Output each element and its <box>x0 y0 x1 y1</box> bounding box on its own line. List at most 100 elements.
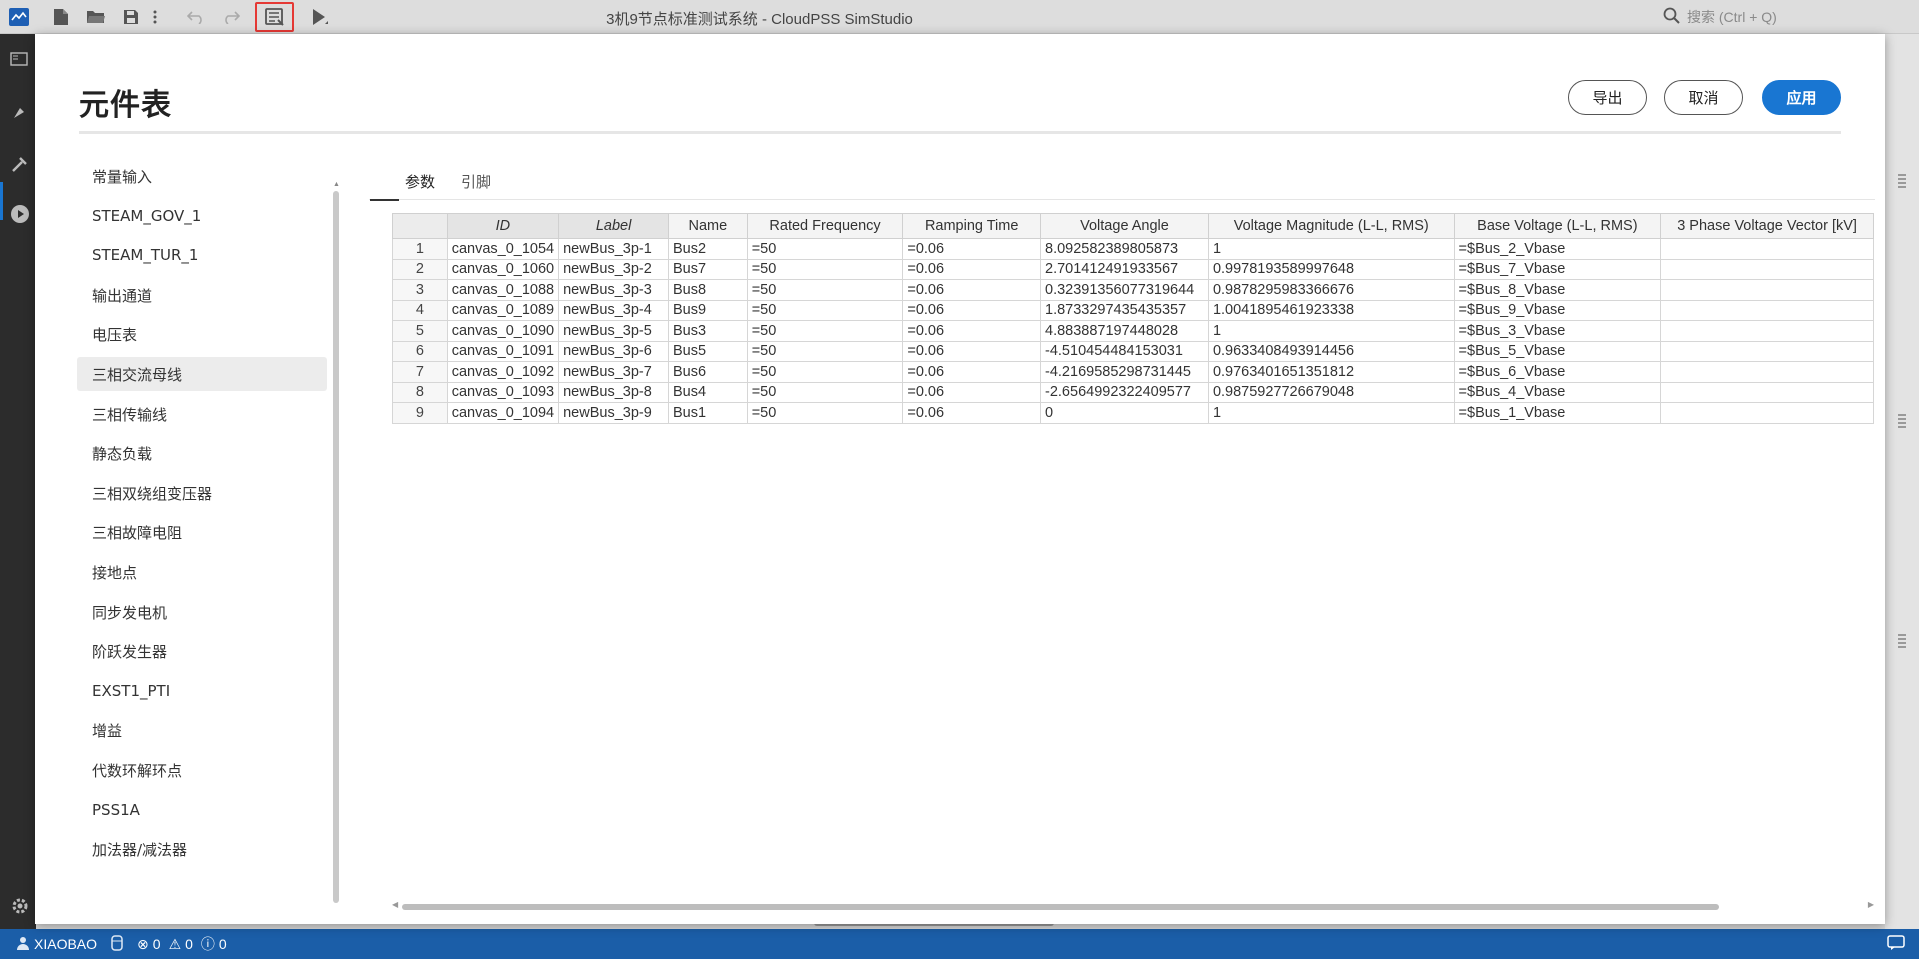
list-scrollbar[interactable] <box>333 191 339 903</box>
scroll-right-arrow-icon[interactable]: ▶ <box>1868 900 1874 909</box>
cell-base-voltage[interactable]: =$Bus_6_Vbase <box>1453 361 1662 383</box>
panel-icon[interactable] <box>10 52 30 72</box>
cell-rated-frequency[interactable]: =50 <box>746 340 904 362</box>
cell-3phase-voltage-vector[interactable] <box>1660 258 1874 280</box>
cell-voltage-angle[interactable]: -4.2169585298731445 <box>1040 361 1209 383</box>
cell-name[interactable]: Bus7 <box>668 258 748 280</box>
brush-icon[interactable] <box>10 102 30 122</box>
cell-name[interactable]: Bus1 <box>668 402 748 424</box>
component-type-item[interactable]: 同步发电机 <box>77 595 327 629</box>
column-header-3phase-voltage-vector[interactable]: 3 Phase Voltage Vector [kV] <box>1660 213 1874 239</box>
cell-label[interactable]: newBus_3p-1 <box>558 238 669 260</box>
table-row[interactable]: 5 canvas_0_1090 newBus_3p-5 Bus3 =50 =0.06 4.8… <box>392 320 1874 342</box>
cell-base-voltage[interactable]: =$Bus_9_Vbase <box>1453 299 1662 321</box>
cell-rated-frequency[interactable]: =50 <box>746 320 904 342</box>
cell-voltage-angle[interactable]: 2.701412491933567 <box>1040 258 1209 280</box>
cell-voltage-angle[interactable]: 0.32391356077319644 <box>1040 279 1209 301</box>
play-circle-icon[interactable] <box>10 204 30 224</box>
settings-gear-icon[interactable] <box>10 896 30 916</box>
cell-id[interactable]: canvas_0_1093 <box>446 381 560 403</box>
table-row[interactable]: 1 canvas_0_1054 newBus_3p-1 Bus2 =50 =0.06 8.0… <box>392 238 1874 260</box>
problems-counter[interactable]: ⊗ 0 ⚠ 0 ⓘ 0 <box>137 934 227 954</box>
table-row[interactable]: 7 canvas_0_1092 newBus_3p-7 Bus6 =50 =0.06 -4.… <box>392 361 1874 383</box>
component-type-item[interactable]: 加法器/减法器 <box>77 832 327 866</box>
cell-id[interactable]: canvas_0_1088 <box>446 279 560 301</box>
cell-voltage-magnitude[interactable]: 1 <box>1207 320 1455 342</box>
cell-base-voltage[interactable]: =$Bus_4_Vbase <box>1453 381 1662 403</box>
table-row[interactable]: 8 canvas_0_1093 newBus_3p-8 Bus4 =50 =0.06 -2.… <box>392 381 1874 403</box>
cell-label[interactable]: newBus_3p-5 <box>558 320 669 342</box>
column-header-name[interactable]: Name <box>668 213 748 239</box>
cell-3phase-voltage-vector[interactable] <box>1660 361 1874 383</box>
cell-name[interactable]: Bus6 <box>668 361 748 383</box>
cell-label[interactable]: newBus_3p-6 <box>558 340 669 362</box>
cell-id[interactable]: canvas_0_1060 <box>446 258 560 280</box>
cell-label[interactable]: newBus_3p-8 <box>558 381 669 403</box>
component-type-item[interactable]: 代数环解环点 <box>77 753 327 787</box>
cell-ramping-time[interactable]: =0.06 <box>902 361 1042 383</box>
cell-voltage-magnitude[interactable]: 0.9875927726679048 <box>1207 381 1455 403</box>
cell-rated-frequency[interactable]: =50 <box>746 258 904 280</box>
cell-label[interactable]: newBus_3p-3 <box>558 279 669 301</box>
cell-name[interactable]: Bus4 <box>668 381 748 403</box>
component-type-item[interactable]: 静态负载 <box>77 436 327 470</box>
scroll-up-arrow-icon[interactable]: ▲ <box>333 181 340 188</box>
column-header-label[interactable]: Label <box>558 213 669 239</box>
cell-ramping-time[interactable]: =0.06 <box>902 279 1042 301</box>
cell-ramping-time[interactable]: =0.06 <box>902 299 1042 321</box>
cell-base-voltage[interactable]: =$Bus_8_Vbase <box>1453 279 1662 301</box>
cell-voltage-angle[interactable]: 8.092582389805873 <box>1040 238 1209 260</box>
cell-base-voltage[interactable]: =$Bus_3_Vbase <box>1453 320 1662 342</box>
cell-label[interactable]: newBus_3p-7 <box>558 361 669 383</box>
component-type-item[interactable]: PSS1A <box>77 793 327 827</box>
cell-rated-frequency[interactable]: =50 <box>746 402 904 424</box>
cell-voltage-angle[interactable]: 0 <box>1040 402 1209 424</box>
cell-ramping-time[interactable]: =0.06 <box>902 402 1042 424</box>
table-row[interactable]: 2 canvas_0_1060 newBus_3p-2 Bus7 =50 =0.06 2.7… <box>392 258 1874 280</box>
cell-voltage-magnitude[interactable]: 1.0041895461923338 <box>1207 299 1455 321</box>
database-icon[interactable] <box>111 934 123 954</box>
cell-3phase-voltage-vector[interactable] <box>1660 279 1874 301</box>
feedback-icon[interactable] <box>1887 935 1905 954</box>
cell-base-voltage[interactable]: =$Bus_5_Vbase <box>1453 340 1662 362</box>
cell-name[interactable]: Bus9 <box>668 299 748 321</box>
cell-3phase-voltage-vector[interactable] <box>1660 299 1874 321</box>
cell-id[interactable]: canvas_0_1091 <box>446 340 560 362</box>
cell-name[interactable]: Bus8 <box>668 279 748 301</box>
cell-voltage-magnitude[interactable]: 0.9878295983366676 <box>1207 279 1455 301</box>
column-header-voltage-angle[interactable]: Voltage Angle <box>1040 213 1209 239</box>
cell-id[interactable]: canvas_0_1054 <box>446 238 560 260</box>
cell-ramping-time[interactable]: =0.06 <box>902 340 1042 362</box>
cell-base-voltage[interactable]: =$Bus_2_Vbase <box>1453 238 1662 260</box>
component-type-item[interactable]: 阶跃发生器 <box>77 634 327 668</box>
cell-voltage-magnitude[interactable]: 0.9633408493914456 <box>1207 340 1455 362</box>
cell-ramping-time[interactable]: =0.06 <box>902 320 1042 342</box>
component-type-item-active[interactable]: 三相交流母线 <box>77 357 327 391</box>
cell-3phase-voltage-vector[interactable] <box>1660 320 1874 342</box>
table-row[interactable]: 4 canvas_0_1089 newBus_3p-4 Bus9 =50 =0.06 1.8… <box>392 299 1874 321</box>
cell-base-voltage[interactable]: =$Bus_1_Vbase <box>1453 402 1662 424</box>
cell-label[interactable]: newBus_3p-4 <box>558 299 669 321</box>
search-box[interactable]: 搜索 (Ctrl + Q) <box>1663 6 1777 28</box>
scrollbar-thumb[interactable] <box>402 904 1719 910</box>
cell-voltage-magnitude[interactable]: 0.9978193589997648 <box>1207 258 1455 280</box>
table-row[interactable]: 3 canvas_0_1088 newBus_3p-3 Bus8 =50 =0.06 0.3… <box>392 279 1874 301</box>
column-header-base-voltage[interactable]: Base Voltage (L-L, RMS) <box>1453 213 1662 239</box>
cell-voltage-angle[interactable]: -2.6564992322409577 <box>1040 381 1209 403</box>
column-header-id[interactable]: ID <box>446 213 560 239</box>
column-header-ramping-time[interactable]: Ramping Time <box>902 213 1042 239</box>
cell-ramping-time[interactable]: =0.06 <box>902 238 1042 260</box>
cell-3phase-voltage-vector[interactable] <box>1660 381 1874 403</box>
component-type-item[interactable]: STEAM_GOV_1 <box>77 199 327 233</box>
cell-rated-frequency[interactable]: =50 <box>746 361 904 383</box>
cell-voltage-angle[interactable]: 1.8733297435435357 <box>1040 299 1209 321</box>
cell-id[interactable]: canvas_0_1090 <box>446 320 560 342</box>
user-status[interactable]: XIAOBAO <box>16 936 97 953</box>
tools-icon[interactable] <box>10 154 30 174</box>
export-button[interactable]: 导出 <box>1568 80 1647 115</box>
cell-name[interactable]: Bus5 <box>668 340 748 362</box>
column-header-rated-frequency[interactable]: Rated Frequency <box>746 213 904 239</box>
component-type-item[interactable]: EXST1_PTI <box>77 674 327 708</box>
cell-rated-frequency[interactable]: =50 <box>746 299 904 321</box>
scroll-left-arrow-icon[interactable]: ◀ <box>392 900 398 909</box>
